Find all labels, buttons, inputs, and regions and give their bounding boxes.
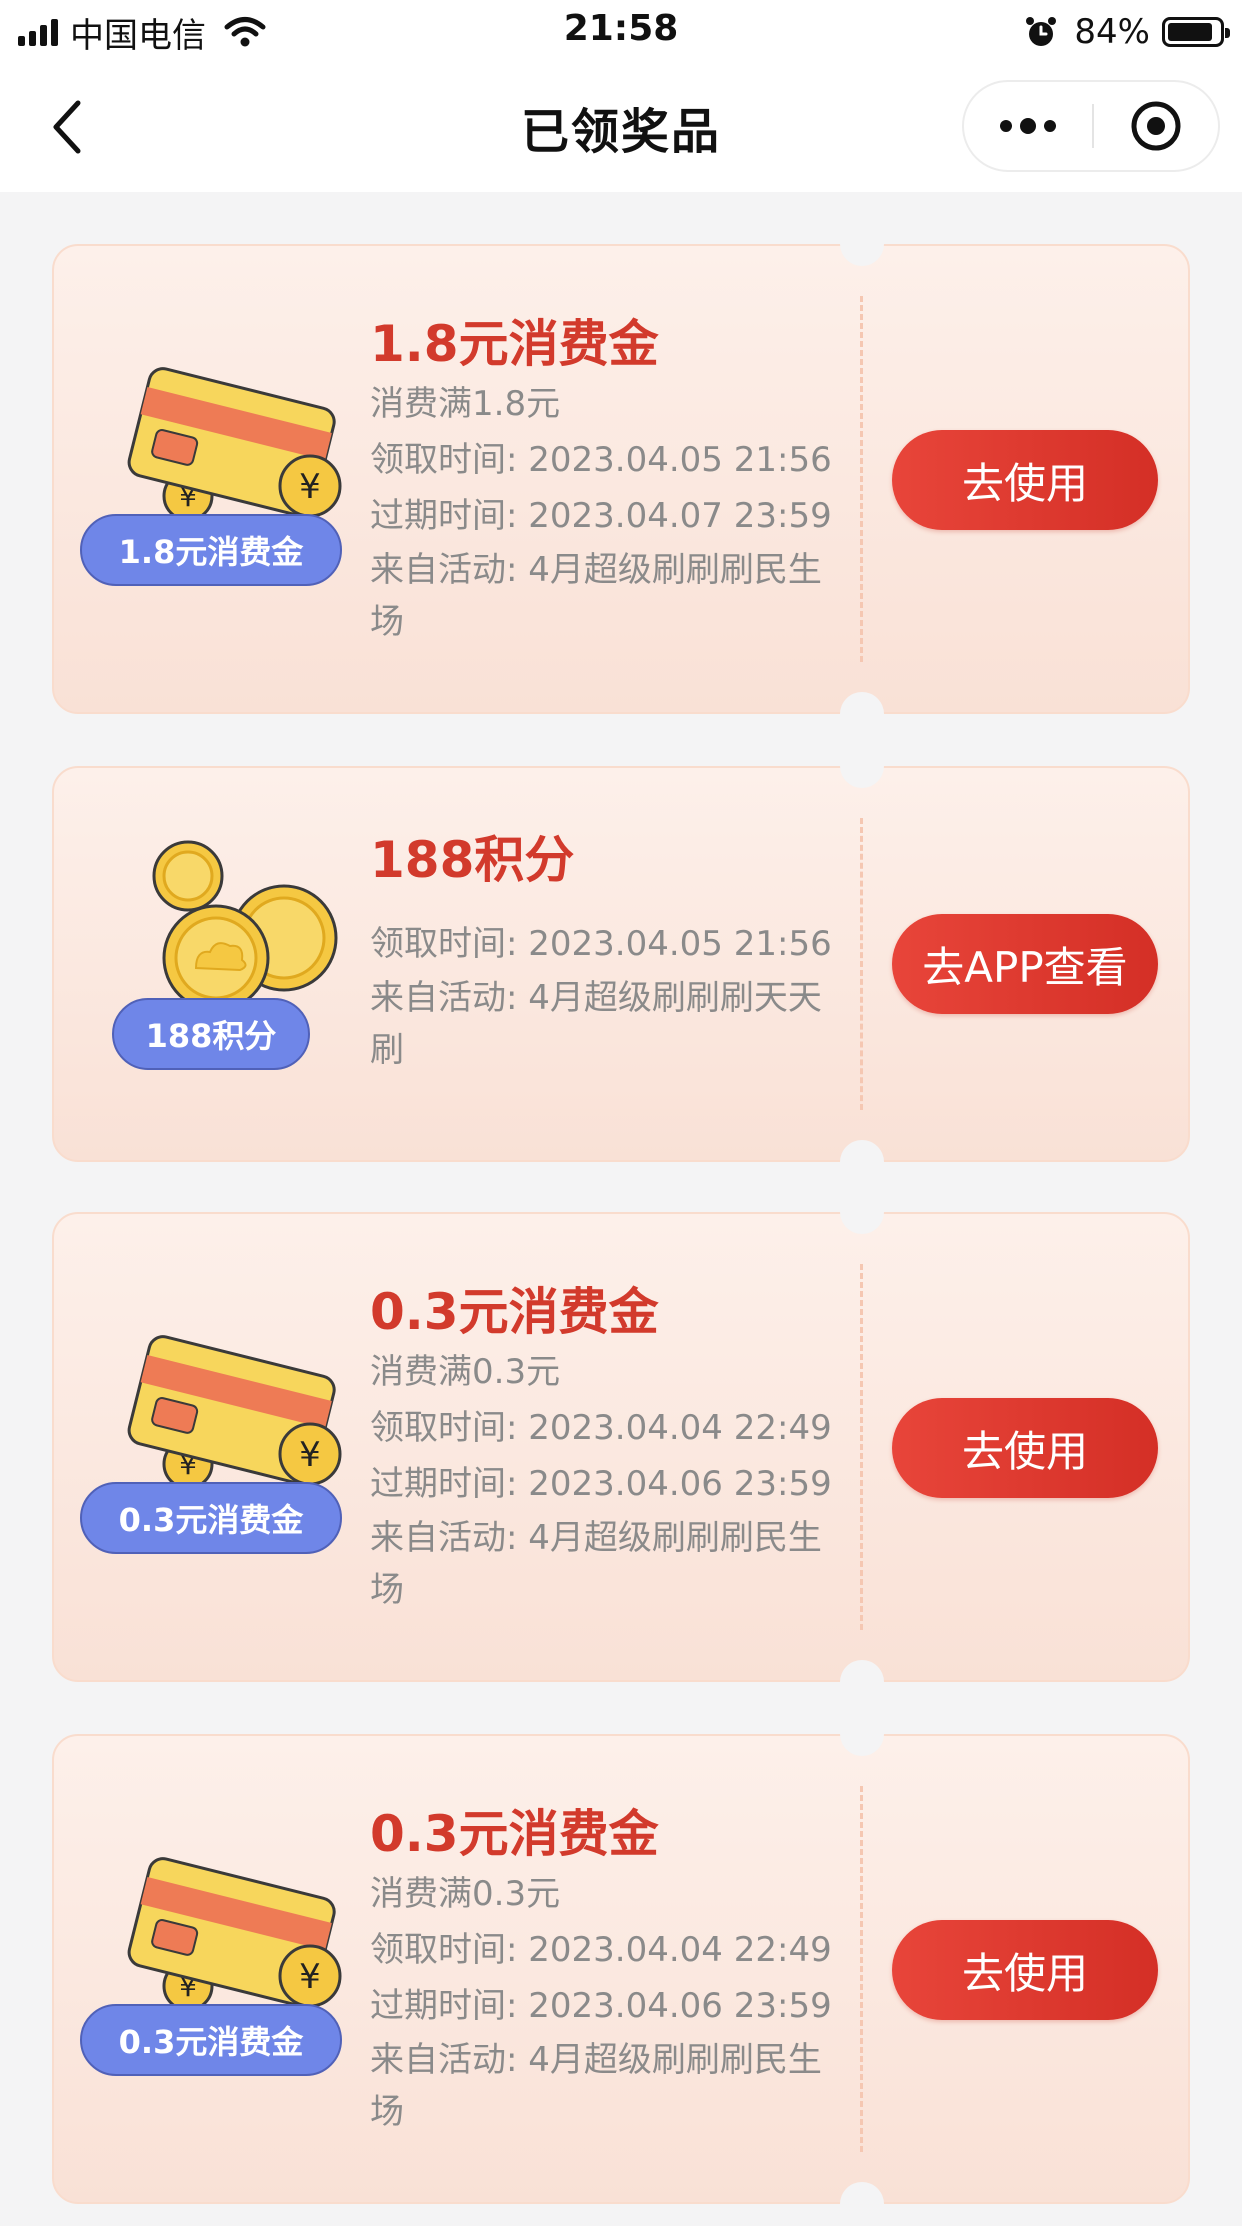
prize-title: 0.3元消费金 [370,1283,659,1341]
prize-tag: 0.3元消费金 [80,1482,342,1554]
view-in-app-button[interactable]: 去APP查看 [892,914,1158,1014]
dashed-divider [860,1264,863,1630]
prize-tag: 1.8元消费金 [80,514,342,586]
claim-time: 领取时间: 2023.04.04 22:49 [370,1408,832,1448]
prize-source: 来自活动: 4月超级刷刷刷民生场 [370,550,822,642]
close-mini-program-button[interactable] [1094,82,1218,170]
prize-source: 来自活动: 4月超级刷刷刷天天刷 [370,978,822,1070]
dashed-divider [860,1786,863,2152]
prize-info: 0.3元消费金 消费满0.3元 领取时间: 2023.04.04 22:49 过… [370,1802,850,2138]
more-button[interactable] [964,82,1092,170]
prize-tag: 188积分 [112,998,310,1070]
prize-card: 188积分 188积分 领取时间: 2023.04.05 21:56 来自活动:… [52,744,1190,1184]
prize-card: ¥ ¥ 0.3元消费金 0.3元消费金 消费满0.3元 领取时间: 2023.0… [52,1190,1190,1704]
expire-time: 过期时间: 2023.04.06 23:59 [370,1464,832,1504]
prize-condition: 消费满0.3元 [370,1352,561,1392]
prize-title: 1.8元消费金 [370,315,659,373]
navigation-bar: 已领奖品 [0,62,1242,192]
claim-time: 领取时间: 2023.04.05 21:56 [370,924,832,964]
expire-time: 过期时间: 2023.04.07 23:59 [370,496,832,536]
battery-icon [1162,17,1230,47]
prize-info: 1.8元消费金 消费满1.8元 领取时间: 2023.04.05 21:56 过… [370,312,850,648]
expire-time: 过期时间: 2023.04.06 23:59 [370,1986,832,2026]
prize-source: 来自活动: 4月超级刷刷刷民生场 [370,2040,822,2132]
more-dots-icon [1000,118,1056,134]
target-icon [1131,101,1181,151]
claim-time: 领取时间: 2023.04.04 22:49 [370,1930,832,1970]
use-button[interactable]: 去使用 [892,1920,1158,2020]
dashed-divider [860,296,863,662]
claim-time: 领取时间: 2023.04.05 21:56 [370,440,832,480]
prize-condition: 消费满0.3元 [370,1874,561,1914]
svg-text:¥: ¥ [299,1957,321,1997]
use-button[interactable]: 去使用 [892,1398,1158,1498]
prize-title: 0.3元消费金 [370,1805,659,1863]
prize-info: 0.3元消费金 消费满0.3元 领取时间: 2023.04.04 22:49 过… [370,1280,850,1616]
alarm-icon [1026,17,1057,46]
battery-percentage: 84% [1074,12,1150,52]
prize-info: 188积分 领取时间: 2023.04.05 21:56 来自活动: 4月超级刷… [370,828,850,1076]
svg-text:¥: ¥ [299,467,321,507]
status-bar: 中国电信 21:58 84% [0,0,1242,62]
prize-condition: 消费满1.8元 [370,384,561,424]
mini-program-capsule [962,80,1220,172]
prize-title: 188积分 [370,831,575,889]
use-button[interactable]: 去使用 [892,430,1158,530]
status-right: 84% [1024,10,1230,54]
prize-card: ¥ ¥ 1.8元消费金 1.8元消费金 消费满1.8元 领取时间: 2023.0… [52,222,1190,736]
svg-text:¥: ¥ [299,1435,321,1475]
dashed-divider [860,818,863,1110]
prize-source: 来自活动: 4月超级刷刷刷民生场 [370,1518,822,1610]
prize-tag: 0.3元消费金 [80,2004,342,2076]
prize-card: ¥ ¥ 0.3元消费金 0.3元消费金 消费满0.3元 领取时间: 2023.0… [52,1712,1190,2226]
